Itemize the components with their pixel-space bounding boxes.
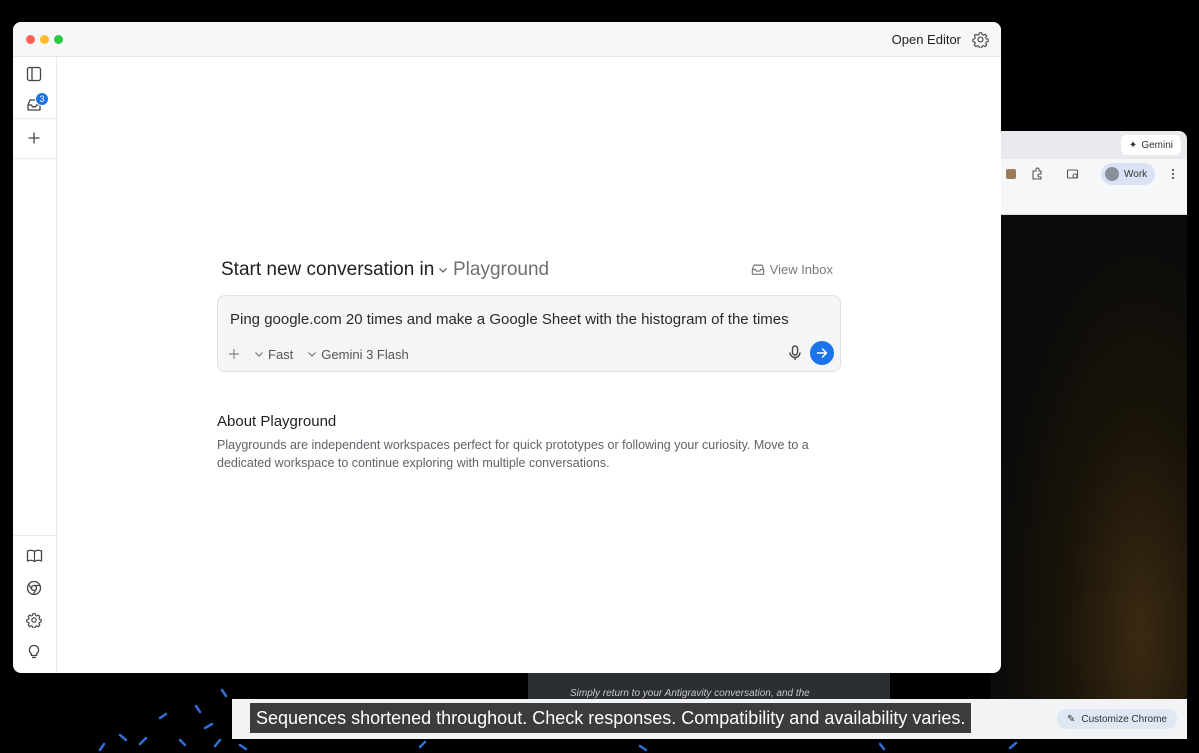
view-inbox-label: View Inbox bbox=[769, 262, 833, 277]
mode-label: Fast bbox=[268, 346, 294, 362]
sidebar: 3 bbox=[13, 57, 57, 673]
extension-icon[interactable] bbox=[1004, 167, 1018, 181]
arrow-right-icon bbox=[816, 348, 828, 358]
prompt-composer: Fast Gemini 3 Flash bbox=[217, 295, 841, 372]
browser-tab-bar: ✦ Gemini bbox=[990, 131, 1187, 159]
main-window: Open Editor 3 Start new conversation in … bbox=[13, 22, 1001, 673]
view-inbox-button[interactable]: View Inbox bbox=[751, 262, 833, 277]
plus-icon bbox=[28, 132, 40, 144]
browser-button[interactable] bbox=[25, 579, 43, 597]
tips-button[interactable] bbox=[25, 643, 43, 661]
plus-icon bbox=[229, 349, 239, 359]
title-bar: Open Editor bbox=[13, 22, 1001, 57]
sidebar-panel-icon bbox=[26, 66, 42, 82]
close-window-button[interactable] bbox=[26, 35, 35, 44]
browser-content bbox=[990, 215, 1187, 701]
microphone-icon[interactable] bbox=[786, 344, 804, 362]
new-conversation-header: Start new conversation in Playground Vie… bbox=[221, 258, 833, 284]
customize-chrome-label: Customize Chrome bbox=[1081, 713, 1167, 725]
settings-button[interactable] bbox=[25, 611, 43, 629]
profile-label: Work bbox=[1124, 168, 1148, 180]
prompt-input[interactable] bbox=[230, 308, 820, 330]
about-title: About Playground bbox=[217, 413, 337, 430]
customize-chrome-button[interactable]: ✎ Customize Chrome bbox=[1057, 709, 1177, 729]
tab-search-icon[interactable] bbox=[1066, 167, 1080, 181]
puzzle-icon[interactable] bbox=[1030, 167, 1044, 181]
chevron-down-icon bbox=[308, 352, 317, 357]
maximize-window-button[interactable] bbox=[54, 35, 63, 44]
profile-chip[interactable]: Work bbox=[1101, 163, 1156, 185]
sidebar-divider bbox=[13, 158, 57, 159]
chevron-down-icon bbox=[255, 352, 263, 357]
model-selector[interactable]: Gemini 3 Flash bbox=[307, 346, 409, 362]
video-caption: Sequences shortened throughout. Check re… bbox=[250, 703, 972, 733]
docs-button[interactable] bbox=[25, 547, 43, 565]
pencil-icon: ✎ bbox=[1067, 713, 1076, 725]
about-description: Playgrounds are independent workspaces p… bbox=[217, 438, 809, 470]
start-conversation-label: Start new conversation in bbox=[221, 259, 435, 280]
mode-selector[interactable]: Fast bbox=[254, 347, 293, 362]
background-document-text: Simply return to your Antigravity conver… bbox=[570, 688, 810, 699]
sidebar-divider bbox=[13, 118, 57, 119]
open-editor-button[interactable]: Open Editor bbox=[892, 32, 961, 47]
chrome-icon bbox=[26, 580, 42, 596]
workspace-selector[interactable]: Playground bbox=[453, 259, 549, 281]
add-context-button[interactable] bbox=[228, 348, 240, 360]
toggle-sidebar-button[interactable] bbox=[25, 65, 43, 83]
chevron-down-icon[interactable] bbox=[437, 264, 449, 276]
model-label: Gemini 3 Flash bbox=[321, 346, 409, 362]
avatar bbox=[1105, 167, 1119, 181]
more-vertical-icon[interactable] bbox=[1166, 167, 1180, 181]
gemini-label: Gemini bbox=[1141, 139, 1173, 151]
gear-icon bbox=[26, 613, 42, 628]
inbox-count-badge: 3 bbox=[35, 92, 49, 106]
send-button[interactable] bbox=[810, 341, 834, 365]
lightbulb-icon bbox=[28, 644, 40, 659]
browser-toolbar: Work bbox=[990, 159, 1187, 215]
minimize-window-button[interactable] bbox=[40, 35, 49, 44]
sidebar-divider bbox=[13, 535, 57, 536]
inbox-icon bbox=[751, 264, 764, 275]
composer-controls: Fast Gemini 3 Flash bbox=[228, 344, 423, 364]
background-browser-window: ✦ Gemini Work bbox=[990, 131, 1187, 701]
book-icon bbox=[26, 549, 42, 563]
new-conversation-button[interactable] bbox=[25, 129, 43, 147]
gear-icon[interactable] bbox=[972, 31, 989, 48]
sparkle-icon: ✦ bbox=[1128, 139, 1138, 151]
gemini-button[interactable]: ✦ Gemini bbox=[1120, 135, 1181, 155]
